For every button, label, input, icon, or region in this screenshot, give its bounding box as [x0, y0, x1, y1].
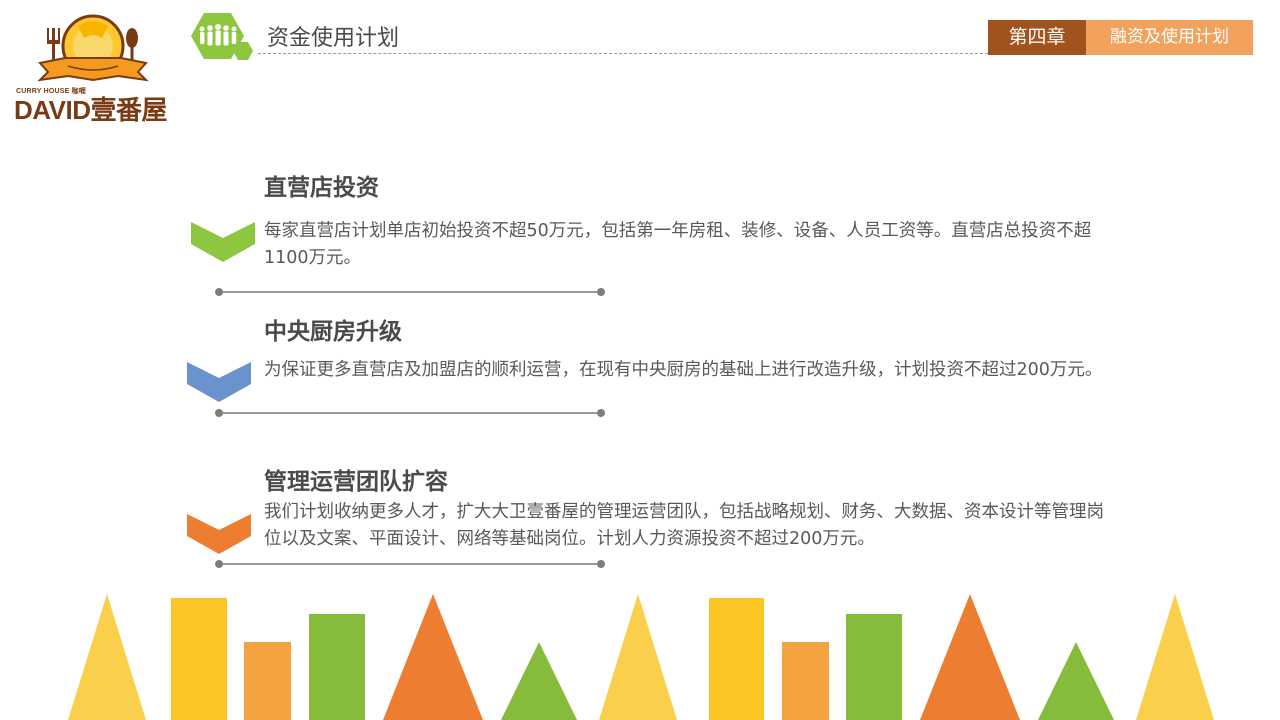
deco-triangle [1136, 594, 1214, 720]
item-divider [215, 560, 605, 568]
deco-bar [171, 598, 227, 720]
deco-bar [846, 614, 902, 720]
decorative-shapes [68, 594, 1214, 720]
deco-triangle [920, 594, 1020, 720]
item-desc-central-kitchen: 为保证更多直营店及加盟店的顺利运营，在现有中央厨房的基础上进行改造升级，计划投资… [264, 360, 1103, 380]
item-divider [215, 409, 605, 417]
item-title-direct-store: 直营店投资 [264, 175, 379, 201]
people-group-icon [190, 12, 262, 64]
header-divider [258, 53, 988, 54]
item-divider [215, 288, 605, 296]
item-desc-management-team: 我们计划收纳更多人才，扩大大卫壹番屋的管理运营团队，包括战略规划、财务、大数据、… [264, 502, 1104, 549]
deco-bar [309, 614, 365, 720]
deco-triangle [501, 642, 577, 720]
section-tag: 融资及使用计划 [1086, 20, 1253, 55]
deco-bar [782, 642, 829, 720]
item-desc-direct-store: 每家直营店计划单店初始投资不超50万元，包括第一年房租、装修、设备、人员工资等。… [264, 221, 1092, 268]
deco-triangle [1038, 642, 1114, 720]
logo-brand-name: DAVID壹番屋 [14, 90, 167, 127]
deco-bar [244, 642, 291, 720]
chapter-tag: 第四章 [988, 20, 1086, 55]
item-title-central-kitchen: 中央厨房升级 [264, 319, 402, 345]
logo-brand-cn: 壹番屋 [90, 95, 167, 125]
logo-brand-latin: DAVID [14, 95, 91, 125]
deco-triangle [68, 594, 146, 720]
item-title-management-team: 管理运营团队扩容 [264, 469, 448, 495]
page-title: 资金使用计划 [267, 26, 400, 51]
deco-triangle [383, 594, 483, 720]
chevron-down-icon [187, 514, 251, 554]
deco-bar [709, 598, 764, 720]
logo-emblem-icon [37, 14, 149, 82]
chevron-down-icon [191, 222, 255, 262]
chevron-down-icon [187, 362, 251, 402]
deco-triangle [599, 594, 677, 720]
brand-logo: CURRY HOUSE 咖喱 DAVID壹番屋 [10, 8, 190, 125]
